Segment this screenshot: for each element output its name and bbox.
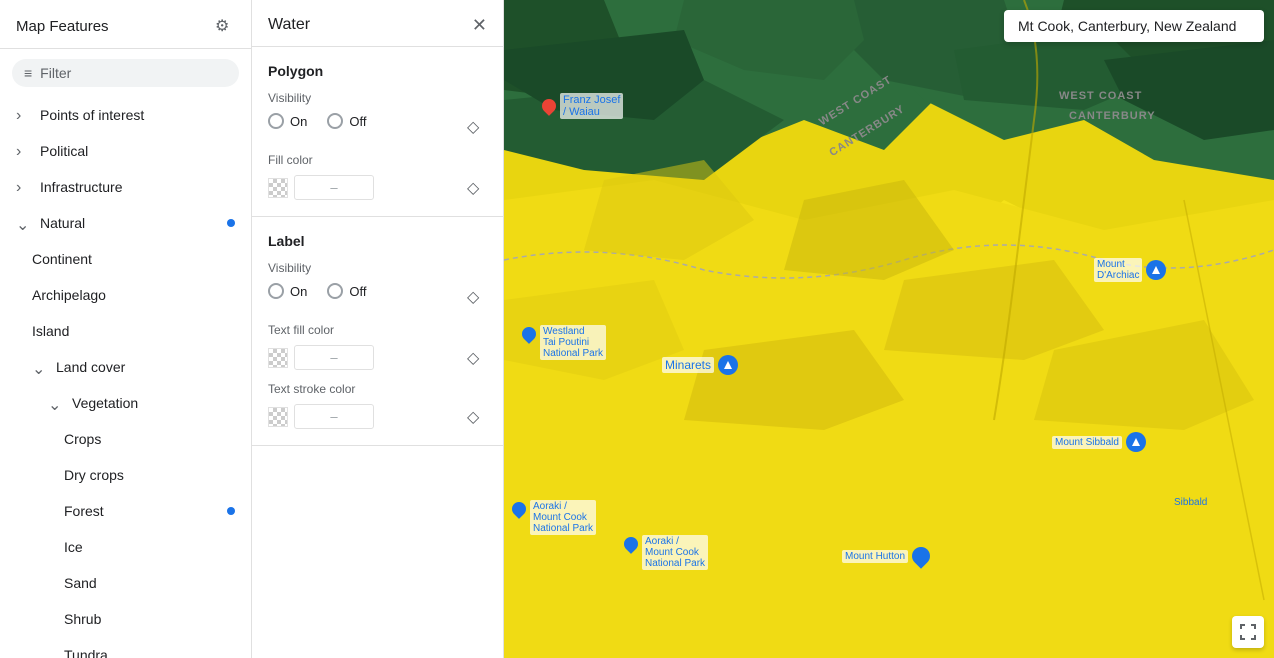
color-value: – [294, 345, 374, 370]
fullscreen-button[interactable] [1232, 616, 1264, 648]
text-stroke-label: Text stroke color [268, 382, 487, 396]
sidebar-item-label: Archipelago [32, 287, 106, 303]
sidebar-item-label: Ice [64, 539, 83, 555]
color-preview[interactable]: – [268, 175, 374, 200]
color-checker [268, 348, 288, 368]
arrow-right-icon: › [16, 143, 32, 159]
sidebar-item-label: Forest [64, 503, 104, 519]
map-area[interactable]: Mt Cook, Canterbury, New Zealand WEST CO… [504, 0, 1274, 658]
text-fill-color-row: – ◇ [268, 345, 487, 370]
radio-on-label: On [290, 114, 307, 129]
sidebar-item-label: Vegetation [72, 395, 138, 411]
label-section: Label Visibility On Off ◇ Text fill colo… [252, 217, 503, 446]
arrow-right-icon: › [16, 107, 32, 123]
filter-icon: ≡ [24, 65, 32, 81]
radio-on-circle[interactable] [268, 113, 284, 129]
color-checker [268, 407, 288, 427]
sidebar-item-vegetation[interactable]: ⌄ Vegetation [0, 385, 251, 421]
sidebar-item-dry-crops[interactable]: Dry crops [0, 457, 251, 493]
diamond-icon[interactable]: ◇ [467, 407, 487, 427]
radio-group: On Off [268, 283, 366, 299]
sidebar-item-label: Sand [64, 575, 97, 591]
sidebar-item-points-interest[interactable]: › Points of interest [0, 97, 251, 133]
radio-off-label: Off [349, 284, 366, 299]
polygon-heading: Polygon [268, 63, 487, 79]
sidebar-item-island[interactable]: Island [0, 313, 251, 349]
feature-panel: Water ✕ Polygon Visibility On Off ◇ Fill… [252, 0, 504, 658]
filter-label: Filter [40, 65, 71, 81]
sidebar-item-sand[interactable]: Sand [0, 565, 251, 601]
sidebar-item-archipelago[interactable]: Archipelago [0, 277, 251, 313]
diamond-icon[interactable]: ◇ [467, 117, 487, 137]
polygon-visibility-row: On Off ◇ [268, 113, 487, 141]
color-value: – [294, 404, 374, 429]
fill-color-row: – ◇ [268, 175, 487, 200]
label-visibility-label: Visibility [268, 261, 487, 275]
radio-off-circle[interactable] [327, 113, 343, 129]
radio-on-option[interactable]: On [268, 113, 307, 129]
sidebar-item-label: Island [32, 323, 69, 339]
arrow-right-icon: › [16, 179, 32, 195]
panel-title: Water [268, 16, 310, 34]
sidebar-item-label: Tundra [64, 647, 108, 658]
radio-off-label: Off [349, 114, 366, 129]
radio-on-circle[interactable] [268, 283, 284, 299]
diamond-icon[interactable]: ◇ [467, 178, 487, 198]
diamond-icon[interactable]: ◇ [467, 348, 487, 368]
label-visibility-row: On Off ◇ [268, 283, 487, 311]
sidebar-item-label: Continent [32, 251, 92, 267]
sidebar-item-label: Natural [40, 215, 85, 231]
diamond-icon[interactable]: ◇ [467, 287, 487, 307]
arrow-down-icon: ⌄ [16, 215, 32, 231]
sidebar: Map Features ⚙ ≡ Filter › Points of inte… [0, 0, 252, 658]
sidebar-item-crops[interactable]: Crops [0, 421, 251, 457]
radio-on-label: On [290, 284, 307, 299]
radio-off-option[interactable]: Off [327, 113, 366, 129]
active-dot [227, 507, 235, 515]
sidebar-item-land-cover[interactable]: ⌄ Land cover [0, 349, 251, 385]
active-dot [227, 219, 235, 227]
close-button[interactable]: ✕ [472, 16, 487, 34]
sidebar-item-label: Infrastructure [40, 179, 122, 195]
sidebar-item-label: Points of interest [40, 107, 144, 123]
sidebar-title: Map Features [16, 18, 109, 35]
panel-header: Water ✕ [252, 0, 503, 47]
nav-items: › Points of interest › Political › Infra… [0, 97, 251, 658]
radio-group: On Off [268, 113, 366, 129]
search-bar[interactable]: Mt Cook, Canterbury, New Zealand [1004, 10, 1264, 42]
radio-on-option[interactable]: On [268, 283, 307, 299]
visibility-label: Visibility [268, 91, 487, 105]
label-heading: Label [268, 233, 487, 249]
search-text: Mt Cook, Canterbury, New Zealand [1018, 18, 1236, 34]
filter-bar[interactable]: ≡ Filter [12, 59, 239, 87]
color-preview[interactable]: – [268, 404, 374, 429]
sidebar-header: Map Features ⚙ [0, 0, 251, 49]
text-fill-label: Text fill color [268, 323, 487, 337]
sidebar-item-label: Shrub [64, 611, 101, 627]
sidebar-item-label: Political [40, 143, 88, 159]
sidebar-item-forest[interactable]: Forest [0, 493, 251, 529]
color-checker [268, 178, 288, 198]
sidebar-item-infrastructure[interactable]: › Infrastructure [0, 169, 251, 205]
sidebar-item-political[interactable]: › Political [0, 133, 251, 169]
sidebar-item-tundra[interactable]: Tundra [0, 637, 251, 658]
sidebar-item-label: Dry crops [64, 467, 124, 483]
sidebar-item-continent[interactable]: Continent [0, 241, 251, 277]
text-stroke-color-row: – ◇ [268, 404, 487, 429]
gear-icon[interactable]: ⚙ [215, 16, 235, 36]
color-preview[interactable]: – [268, 345, 374, 370]
radio-off-option[interactable]: Off [327, 283, 366, 299]
sidebar-item-label: Land cover [56, 359, 125, 375]
sidebar-item-shrub[interactable]: Shrub [0, 601, 251, 637]
sidebar-item-ice[interactable]: Ice [0, 529, 251, 565]
sidebar-item-natural[interactable]: ⌄ Natural [0, 205, 251, 241]
color-value: – [294, 175, 374, 200]
fill-color-label: Fill color [268, 153, 487, 167]
radio-off-circle[interactable] [327, 283, 343, 299]
polygon-section: Polygon Visibility On Off ◇ Fill color – [252, 47, 503, 217]
arrow-down-icon: ⌄ [48, 395, 64, 411]
arrow-down-icon: ⌄ [32, 359, 48, 375]
sidebar-item-label: Crops [64, 431, 101, 447]
